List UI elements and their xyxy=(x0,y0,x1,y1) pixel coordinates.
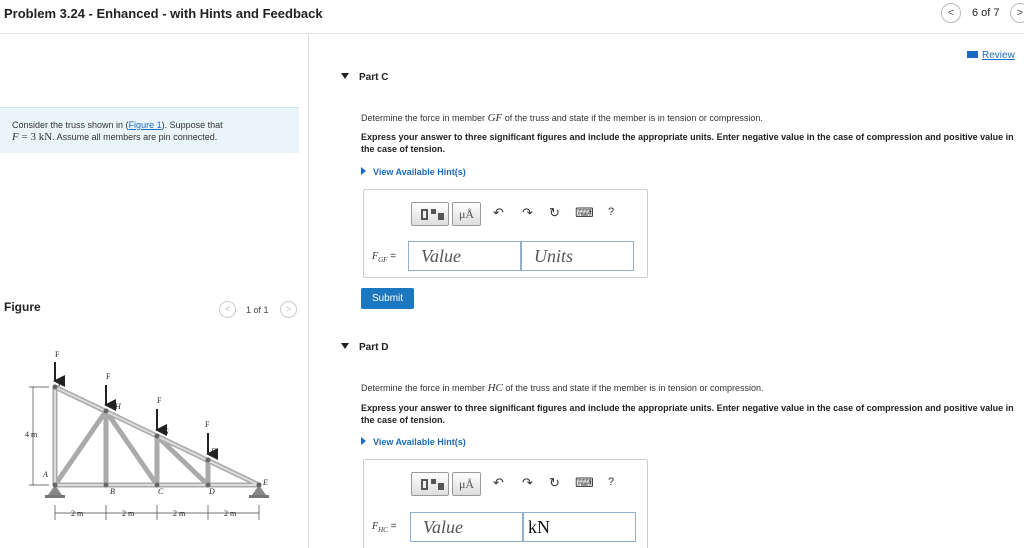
part-c-value-input[interactable]: Value xyxy=(408,241,521,271)
joint-label: B xyxy=(110,487,115,496)
help-icon[interactable]: ? xyxy=(608,206,614,218)
joint-label: G xyxy=(163,427,169,436)
joint-label: F xyxy=(210,447,216,456)
templates-button[interactable] xyxy=(411,202,449,226)
problem-statement: Consider the truss shown in (Figure 1). … xyxy=(0,107,299,153)
figure-count: 1 of 1 xyxy=(246,305,269,315)
span-dimension: 2 m xyxy=(122,509,135,518)
figure-label: Figure xyxy=(4,300,41,314)
joint-label: A xyxy=(42,470,48,479)
redo-icon[interactable]: ↷ xyxy=(522,475,533,491)
load-label: F xyxy=(55,350,60,359)
part-d-value-input[interactable]: Value xyxy=(410,512,523,542)
book-icon xyxy=(967,51,978,58)
collapse-triangle-icon xyxy=(341,73,349,79)
part-c-instructions: Express your answer to three significant… xyxy=(361,132,1014,154)
keyboard-icon[interactable]: ⌨ xyxy=(575,475,594,491)
part-d-instructions: Express your answer to three significant… xyxy=(361,403,1014,425)
force-variable: F xyxy=(12,131,19,143)
keyboard-icon[interactable]: ⌨ xyxy=(575,205,594,221)
span-dimension: 2 m xyxy=(71,509,84,518)
part-d-question: Determine the force in member HC of the … xyxy=(361,382,764,394)
joint-label: E xyxy=(262,478,268,487)
figure-link[interactable]: Figure 1 xyxy=(129,120,162,130)
part-c-hint-toggle[interactable]: View Available Hint(s) xyxy=(361,167,466,177)
force-value: = 3 kN xyxy=(18,131,53,143)
span-dimension: 2 m xyxy=(173,509,186,518)
problem-title: Problem 3.24 - Enhanced - with Hints and… xyxy=(4,6,323,21)
reset-icon[interactable]: ↻ xyxy=(549,475,560,491)
load-label: F xyxy=(157,396,162,405)
part-d-answer-box: μÅ ↶ ↷ ↻ ⌨ ? FHC = Value kN xyxy=(363,459,648,548)
part-c-variable-label: FGF = xyxy=(372,251,397,264)
part-c-units-input[interactable]: Units xyxy=(521,241,634,271)
joint-label: D xyxy=(208,487,215,496)
units-symbol-button[interactable]: μÅ xyxy=(452,472,481,496)
review-link[interactable]: Review xyxy=(967,50,1015,61)
joint-label: C xyxy=(158,487,164,496)
part-c-answer-box: μÅ ↶ ↷ ↻ ⌨ ? FGF = Value Units xyxy=(363,189,648,278)
part-d-units-input[interactable]: kN xyxy=(523,512,636,542)
problem-count: 6 of 7 xyxy=(972,7,1000,19)
part-d-header[interactable]: Part D xyxy=(341,342,388,353)
expand-triangle-icon xyxy=(361,437,366,445)
collapse-triangle-icon xyxy=(341,343,349,349)
figure-next-button[interactable]: > xyxy=(280,301,297,318)
units-symbol-button[interactable]: μÅ xyxy=(452,202,481,226)
part-c-question: Determine the force in member GF of the … xyxy=(361,112,763,124)
part-c-header[interactable]: Part C xyxy=(341,72,388,83)
part-d-variable-label: FHC = xyxy=(372,521,397,534)
templates-button[interactable] xyxy=(411,472,449,496)
expand-triangle-icon xyxy=(361,167,366,175)
joint-label: H xyxy=(114,402,122,411)
next-problem-button[interactable]: > xyxy=(1010,3,1024,23)
joint-label: I xyxy=(57,379,61,388)
load-label: F xyxy=(106,372,111,381)
panel-divider xyxy=(308,35,309,548)
part-d-hint-toggle[interactable]: View Available Hint(s) xyxy=(361,437,466,447)
header: Problem 3.24 - Enhanced - with Hints and… xyxy=(0,0,1024,34)
span-dimension: 2 m xyxy=(224,509,237,518)
undo-icon[interactable]: ↶ xyxy=(493,205,504,221)
figure-prev-button[interactable]: < xyxy=(219,301,236,318)
reset-icon[interactable]: ↻ xyxy=(549,205,560,221)
previous-problem-button[interactable]: < xyxy=(941,3,961,23)
truss-figure: F F F F I H G F A B C D E 4 m 2 m 2 m 2 … xyxy=(25,350,269,520)
part-c-submit-button[interactable]: Submit xyxy=(361,288,414,309)
help-icon[interactable]: ? xyxy=(608,476,614,488)
load-label: F xyxy=(205,420,210,429)
redo-icon[interactable]: ↷ xyxy=(522,205,533,221)
undo-icon[interactable]: ↶ xyxy=(493,475,504,491)
height-dimension: 4 m xyxy=(25,430,38,439)
